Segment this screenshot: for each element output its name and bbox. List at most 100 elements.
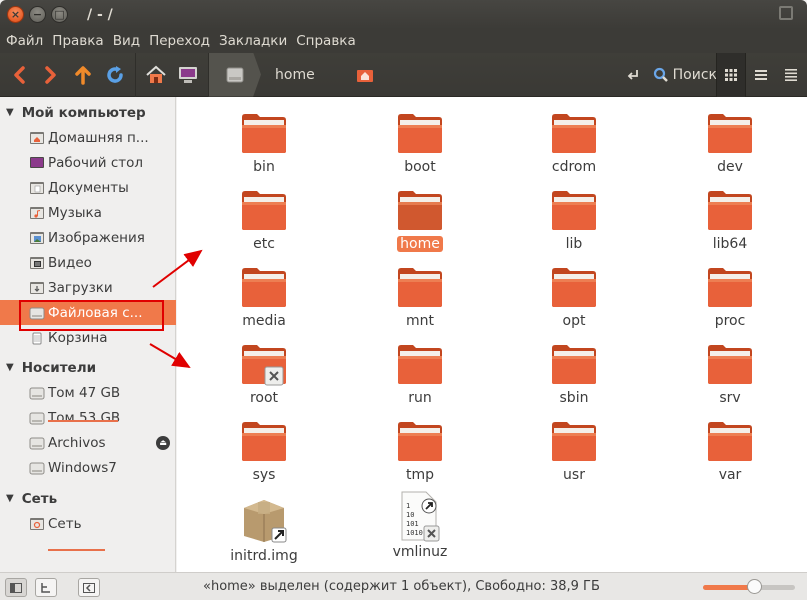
zoom-slider-handle[interactable] (746, 579, 762, 594)
sidebar-item[interactable]: Музыка (0, 200, 176, 225)
toolbar-separator (135, 52, 136, 97)
sidebar-item[interactable]: Видео (0, 250, 176, 275)
maximize-window-button[interactable]: □ (51, 6, 68, 23)
folder-icon (550, 265, 598, 309)
folder-icon (706, 419, 754, 463)
folder-icon (550, 188, 598, 232)
desktop-icon (29, 155, 45, 171)
breadcrumb-root[interactable] (209, 52, 261, 97)
file-name: media (242, 313, 286, 329)
toolbar: home Поиск (0, 52, 807, 97)
up-button[interactable] (67, 57, 99, 93)
icon-view-button[interactable] (716, 53, 746, 97)
sidebar-item[interactable]: Изображения (0, 225, 176, 250)
window-title: / - / (87, 6, 113, 23)
menu-help[interactable]: Справка (296, 33, 355, 49)
computer-button[interactable] (172, 57, 204, 93)
file-item[interactable]: cdrom (519, 111, 629, 181)
sidebar-item-label: Загрузки (48, 279, 113, 296)
sidebar-item[interactable]: Рабочий стол (0, 150, 176, 175)
file-name: mnt (406, 313, 434, 329)
file-item[interactable]: tmp (365, 419, 475, 489)
breadcrumb-home-folder-button[interactable] (349, 57, 381, 93)
locked-folder-icon (240, 342, 288, 386)
file-item[interactable]: opt (519, 265, 629, 335)
file-item[interactable]: root (209, 342, 319, 412)
toggle-sidebar-button[interactable] (78, 578, 100, 597)
title-bar: × − □ / - / (0, 0, 807, 29)
file-item[interactable]: etc (209, 188, 319, 258)
file-item[interactable]: home (365, 188, 475, 258)
file-item[interactable]: usr (519, 419, 629, 489)
file-item[interactable]: dev (675, 111, 785, 181)
back-arrow-icon (14, 65, 25, 84)
file-item[interactable]: mnt (365, 265, 475, 335)
sidebar-item[interactable]: Загрузки (0, 275, 176, 300)
forward-button[interactable] (35, 57, 67, 93)
drive-icon (29, 385, 45, 401)
menu-go[interactable]: Переход (149, 33, 210, 49)
sidebar-item-label: Рабочий стол (48, 154, 143, 171)
folder-icon (706, 342, 754, 386)
file-item[interactable]: 1 10 101 1010 vmlinuz (365, 491, 475, 566)
home-button[interactable] (140, 57, 172, 93)
toolbar-separator (208, 52, 209, 97)
music-folder-icon (29, 205, 45, 221)
minimize-window-button[interactable]: − (29, 6, 46, 23)
menu-view[interactable]: Вид (113, 33, 140, 49)
file-item[interactable]: var (675, 419, 785, 489)
sidebar-item[interactable]: Windows7 (0, 455, 176, 480)
file-item[interactable]: bin (209, 111, 319, 181)
sidebar-section-devices[interactable]: ▼ Носители (0, 355, 176, 380)
file-item[interactable]: sbin (519, 342, 629, 412)
compact-view-button[interactable] (776, 53, 806, 97)
menu-bookmarks[interactable]: Закладки (219, 33, 287, 49)
file-item[interactable]: srv (675, 342, 785, 412)
sidebar-item[interactable]: Документы (0, 175, 176, 200)
places-icon (10, 582, 22, 593)
file-item[interactable]: proc (675, 265, 785, 335)
file-item[interactable]: media (209, 265, 319, 335)
sidebar-item[interactable]: Домашняя п... (0, 125, 176, 150)
svg-text:1010: 1010 (406, 529, 423, 537)
sidebar-item[interactable]: Archivos ⏏ (0, 430, 176, 455)
menu-bar: Файл Правка Вид Переход Закладки Справка (0, 29, 807, 53)
restore-icon[interactable] (779, 6, 793, 20)
file-name: root (249, 390, 279, 406)
file-name: lib (565, 236, 583, 252)
file-name: srv (719, 390, 741, 406)
sidebar-item[interactable]: Том 53 GB (0, 405, 176, 430)
search-label: Поиск (672, 67, 717, 83)
file-item[interactable]: lib (519, 188, 629, 258)
sidebar-item[interactable]: Сеть (0, 511, 176, 536)
sidebar-section-network[interactable]: ▼ Сеть (0, 486, 176, 511)
zoom-slider[interactable] (703, 579, 795, 594)
sidebar-section-computer[interactable]: ▼ Мой компьютер (0, 100, 176, 125)
file-view[interactable]: bin boot cdrom dev etc home lib lib64 me… (177, 97, 807, 572)
sidebar-item-label: Домашняя п... (48, 129, 149, 146)
show-places-button[interactable] (5, 578, 27, 597)
file-item[interactable]: lib64 (675, 188, 785, 258)
folder-icon (396, 342, 444, 386)
menu-file[interactable]: Файл (6, 33, 43, 49)
back-button[interactable] (3, 57, 35, 93)
eject-icon[interactable]: ⏏ (156, 435, 170, 450)
list-view-button[interactable] (746, 53, 776, 97)
status-text: «home» выделен (содержит 1 объект), Своб… (203, 579, 600, 594)
file-item[interactable]: run (365, 342, 475, 412)
file-item[interactable]: initrd.img (209, 496, 319, 566)
close-window-button[interactable]: × (7, 6, 24, 23)
sidebar-item[interactable]: Том 47 GB (0, 380, 176, 405)
sidebar-item-label: Корзина (48, 329, 108, 346)
sidebar: ▼ Мой компьютер Домашняя п... Рабочий сто… (0, 97, 176, 572)
file-item[interactable]: sys (209, 419, 319, 489)
computer-icon (179, 66, 197, 83)
search-button[interactable]: Поиск (625, 53, 717, 97)
breadcrumb-home[interactable]: home (275, 67, 349, 83)
reload-button[interactable] (99, 57, 131, 93)
show-tree-button[interactable] (35, 578, 57, 597)
file-name: sys (252, 467, 276, 483)
menu-edit[interactable]: Правка (52, 33, 103, 49)
file-item[interactable]: boot (365, 111, 475, 181)
location-jump-icon (627, 70, 638, 80)
